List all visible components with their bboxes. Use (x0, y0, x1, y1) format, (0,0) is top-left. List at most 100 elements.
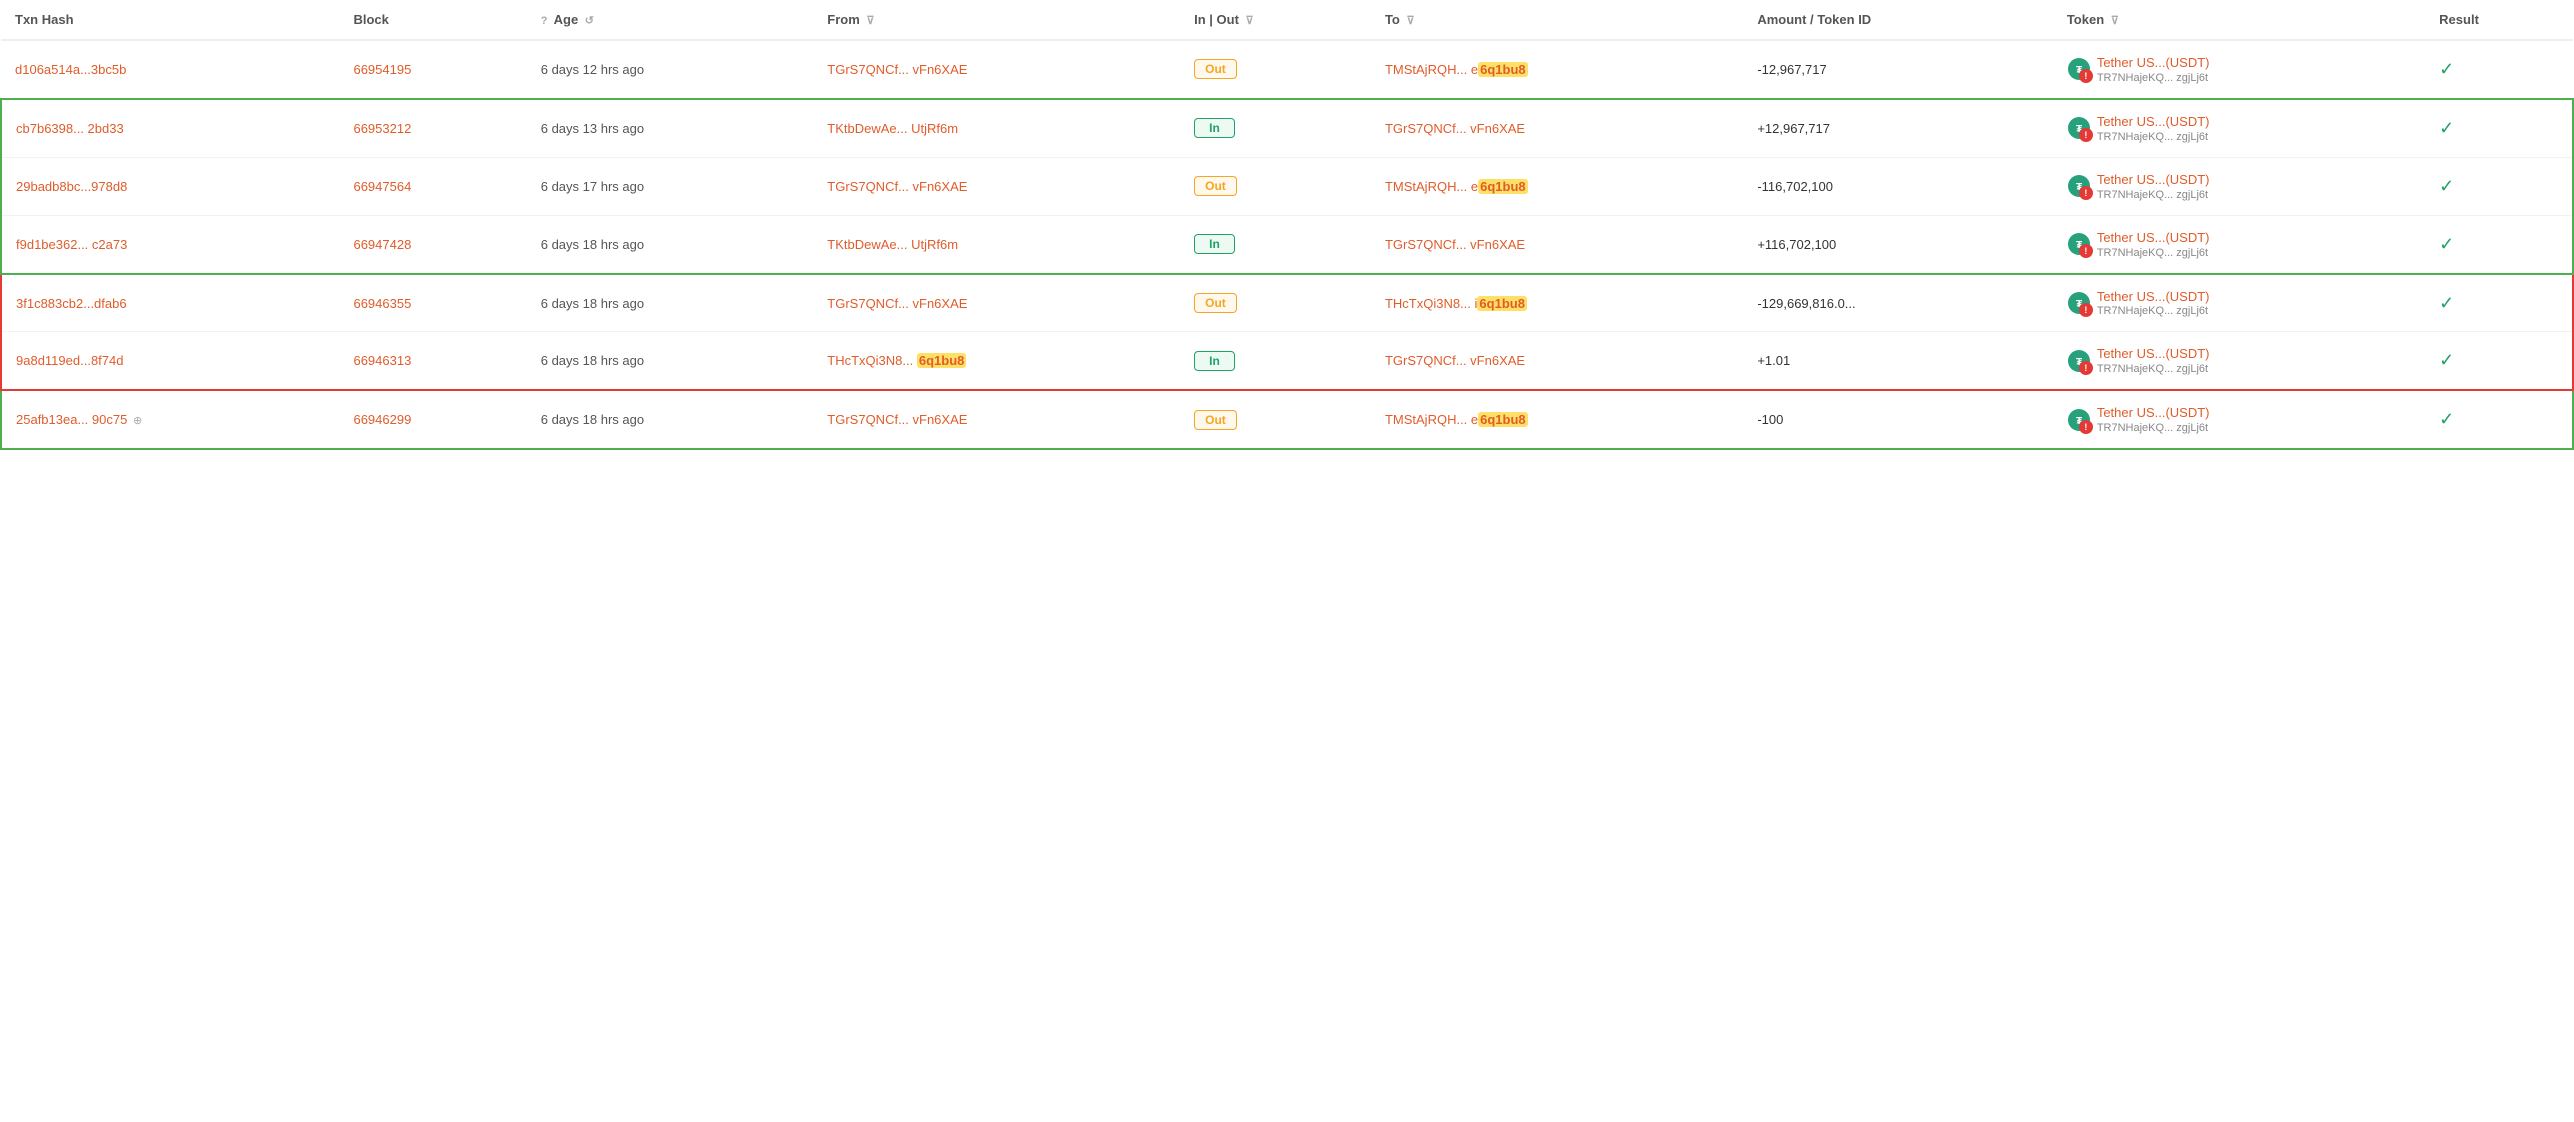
col-header-from[interactable]: From ⊽ (813, 0, 1180, 40)
token-name[interactable]: Tether US...(USDT) (2097, 172, 2210, 189)
to-address[interactable]: TMStAjRQH... e6q1bu8 (1385, 179, 1528, 194)
result-check-icon: ✓ (2439, 409, 2454, 429)
to-address[interactable]: TMStAjRQH... e6q1bu8 (1385, 412, 1528, 427)
transactions-table: Txn Hash Block ? Age ↺ From ⊽ In | Out ⊽ (0, 0, 2574, 450)
amount-cell: -12,967,717 (1743, 40, 2053, 99)
block-number[interactable]: 66953212 (353, 121, 411, 136)
token-cell: ₮ ! Tether US...(USDT) TR7NHajeKQ... zgj… (2067, 172, 2411, 201)
amount-cell: +1.01 (1743, 332, 2053, 390)
direction-cell: Out (1180, 390, 1371, 449)
to-address[interactable]: TGrS7QNCf... vFn6XAE (1385, 121, 1525, 136)
from-address[interactable]: TKtbDewAe... UtjRf6m (827, 237, 958, 252)
amount-cell: +116,702,100 (1743, 215, 2053, 273)
txn-hash[interactable]: 9a8d119ed...8f74d (16, 353, 123, 368)
age-value: 6 days 13 hrs ago (541, 121, 644, 136)
txn-hash-cell: cb7b6398... 2bd33 (1, 99, 339, 157)
to-address[interactable]: TGrS7QNCf... vFn6XAE (1385, 237, 1525, 252)
age-value: 6 days 18 hrs ago (541, 296, 644, 311)
token-filter-icon[interactable]: ⊽ (2111, 14, 2119, 27)
warning-badge: ! (2079, 244, 2093, 258)
amount-value: -100 (1757, 412, 1783, 427)
direction-cell: Out (1180, 40, 1371, 99)
txn-hash[interactable]: 29badb8bc...978d8 (16, 179, 127, 194)
from-cell: TKtbDewAe... UtjRf6m (813, 215, 1180, 273)
token-name[interactable]: Tether US...(USDT) (2097, 289, 2210, 306)
token-name[interactable]: Tether US...(USDT) (2097, 230, 2210, 247)
col-header-age[interactable]: ? Age ↺ (527, 0, 814, 40)
col-header-token[interactable]: Token ⊽ (2053, 0, 2425, 40)
from-address[interactable]: TGrS7QNCf... vFn6XAE (827, 62, 967, 77)
age-cell: 6 days 13 hrs ago (527, 99, 814, 157)
txn-hash-cell: 25afb13ea... 90c75 ⊕ (1, 390, 339, 449)
table-row: cb7b6398... 2bd33 66953212 6 days 13 hrs… (1, 99, 2573, 157)
age-value: 6 days 18 hrs ago (541, 353, 644, 368)
token-addr: TR7NHajeKQ... zgjLj6t (2097, 247, 2210, 259)
txn-hash[interactable]: d106a514a...3bc5b (15, 62, 126, 77)
to-cell: TGrS7QNCf... vFn6XAE (1371, 332, 1743, 390)
token-addr: TR7NHajeKQ... zgjLj6t (2097, 189, 2210, 201)
result-cell: ✓ (2425, 157, 2573, 215)
inout-filter-icon[interactable]: ⊽ (1246, 14, 1254, 27)
table-row: 9a8d119ed...8f74d 66946313 6 days 18 hrs… (1, 332, 2573, 390)
copy-icon[interactable]: ⊕ (133, 414, 142, 427)
amount-value: -129,669,816.0... (1757, 296, 1855, 311)
block-number[interactable]: 66947564 (353, 179, 411, 194)
amount-value: +12,967,717 (1757, 121, 1830, 136)
txn-hash[interactable]: 25afb13ea... 90c75 ⊕ (16, 412, 142, 427)
block-number[interactable]: 66946299 (353, 412, 411, 427)
txn-hash[interactable]: 3f1c883cb2...dfab6 (16, 296, 127, 311)
from-address[interactable]: TGrS7QNCf... vFn6XAE (827, 296, 967, 311)
block-number[interactable]: 66946313 (353, 353, 411, 368)
block-number[interactable]: 66947428 (353, 237, 411, 252)
direction-cell: In (1180, 99, 1371, 157)
from-cell: THcTxQi3N8... 6q1bu8 (813, 332, 1180, 390)
result-cell: ✓ (2425, 40, 2573, 99)
token-info: Tether US...(USDT) TR7NHajeKQ... zgjLj6t (2097, 289, 2210, 318)
to-address[interactable]: TMStAjRQH... e6q1bu8 (1385, 62, 1528, 77)
to-cell: THcTxQi3N8... i6q1bu8 (1371, 274, 1743, 332)
table-row: f9d1be362... c2a73 66947428 6 days 18 hr… (1, 215, 2573, 273)
amount-value: -12,967,717 (1757, 62, 1826, 77)
token-icon: ₮ ! (2067, 291, 2091, 315)
from-address[interactable]: TKtbDewAe... UtjRf6m (827, 121, 958, 136)
token-icon: ₮ ! (2067, 57, 2091, 81)
token-cell: ₮ ! Tether US...(USDT) TR7NHajeKQ... zgj… (2067, 230, 2411, 259)
block-number[interactable]: 66946355 (353, 296, 411, 311)
txn-hash[interactable]: f9d1be362... c2a73 (16, 237, 127, 252)
to-filter-icon[interactable]: ⊽ (1407, 14, 1415, 27)
col-header-to[interactable]: To ⊽ (1371, 0, 1743, 40)
from-address[interactable]: TGrS7QNCf... vFn6XAE (827, 179, 967, 194)
token-info: Tether US...(USDT) TR7NHajeKQ... zgjLj6t (2097, 405, 2210, 434)
direction-badge: Out (1194, 410, 1237, 430)
from-filter-icon[interactable]: ⊽ (866, 14, 874, 27)
token-name[interactable]: Tether US...(USDT) (2097, 55, 2210, 72)
txn-hash[interactable]: cb7b6398... 2bd33 (16, 121, 124, 136)
direction-badge: Out (1194, 293, 1237, 313)
block-cell: 66946299 (339, 390, 526, 449)
age-cell: 6 days 18 hrs ago (527, 215, 814, 273)
warning-badge: ! (2079, 420, 2093, 434)
to-address[interactable]: THcTxQi3N8... i6q1bu8 (1385, 296, 1527, 311)
direction-badge: Out (1194, 176, 1237, 196)
amount-cell: +12,967,717 (1743, 99, 2053, 157)
col-header-inout[interactable]: In | Out ⊽ (1180, 0, 1371, 40)
table-row: 25afb13ea... 90c75 ⊕ 66946299 6 days 18 … (1, 390, 2573, 449)
to-address[interactable]: TGrS7QNCf... vFn6XAE (1385, 353, 1525, 368)
token-cell-container: ₮ ! Tether US...(USDT) TR7NHajeKQ... zgj… (2053, 40, 2425, 99)
from-address[interactable]: THcTxQi3N8... 6q1bu8 (827, 353, 966, 368)
token-cell: ₮ ! Tether US...(USDT) TR7NHajeKQ... zgj… (2067, 114, 2411, 143)
token-name[interactable]: Tether US...(USDT) (2097, 114, 2210, 131)
transactions-table-container: Txn Hash Block ? Age ↺ From ⊽ In | Out ⊽ (0, 0, 2574, 450)
age-filter-icon[interactable]: ↺ (585, 14, 594, 27)
age-help-icon[interactable]: ? (541, 15, 548, 27)
amount-cell: -100 (1743, 390, 2053, 449)
txn-hash-cell: 9a8d119ed...8f74d (1, 332, 339, 390)
result-check-icon: ✓ (2439, 59, 2454, 79)
result-check-icon: ✓ (2439, 293, 2454, 313)
token-name[interactable]: Tether US...(USDT) (2097, 346, 2210, 363)
warning-badge: ! (2079, 361, 2093, 375)
from-address[interactable]: TGrS7QNCf... vFn6XAE (827, 412, 967, 427)
age-cell: 6 days 12 hrs ago (527, 40, 814, 99)
token-name[interactable]: Tether US...(USDT) (2097, 405, 2210, 422)
block-number[interactable]: 66954195 (353, 62, 411, 77)
